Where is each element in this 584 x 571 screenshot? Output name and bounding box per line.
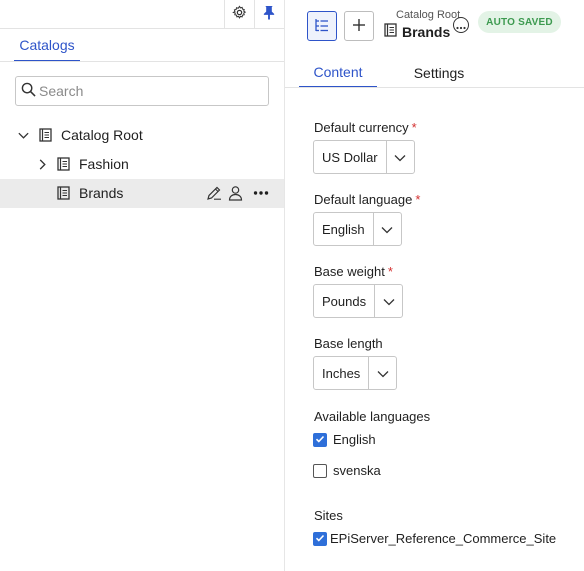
catalog-icon [56, 157, 70, 171]
select-value: US Dollar [322, 149, 378, 165]
tab-content[interactable]: Content [299, 58, 377, 88]
page-title: Brands [384, 23, 450, 40]
tree-node-label: Brands [79, 185, 124, 201]
pin-button[interactable] [254, 0, 283, 28]
tab-divider [285, 87, 584, 88]
search-icon [21, 82, 36, 100]
tree-node-label: Catalog Root [61, 127, 143, 143]
default-language-label: Default language * [314, 192, 420, 207]
catalog-icon [38, 128, 52, 142]
pane-toolbar [0, 0, 284, 29]
toggle-navigation-button[interactable] [307, 11, 337, 41]
page-title-text: Brands [402, 23, 451, 40]
content-editor-pane: Catalog Root Brands AUTO SAVED Content S… [285, 0, 584, 571]
chevron-down-icon[interactable] [16, 128, 30, 142]
search-box[interactable] [15, 76, 269, 106]
checkbox-label: svenska [333, 463, 381, 478]
checkbox[interactable] [313, 531, 327, 546]
checkbox[interactable] [313, 432, 327, 447]
base-weight-select[interactable]: Pounds [313, 284, 404, 318]
plus-icon [352, 18, 366, 35]
sites-label: Sites [314, 508, 343, 523]
required-marker: * [411, 120, 417, 135]
user-icon[interactable] [228, 185, 243, 204]
chevron-down-icon [383, 293, 395, 309]
chevron-down-icon [377, 365, 389, 381]
checkbox-english[interactable]: English [313, 432, 376, 447]
catalog-icon [56, 186, 70, 200]
checkbox[interactable] [313, 463, 327, 478]
tab-catalogs[interactable]: Catalogs [14, 30, 80, 62]
field-label-text: Base weight [314, 264, 385, 279]
catalog-navigation-pane: Catalogs Catalog Root Fashion Brands [0, 0, 285, 571]
dropdown-toggle[interactable] [374, 285, 402, 317]
tree-node-actions [206, 185, 269, 204]
available-languages-label: Available languages [314, 409, 431, 424]
gear-icon [231, 5, 247, 23]
select-value: Inches [322, 365, 361, 381]
checkmark-icon [315, 432, 325, 447]
more-options-button[interactable] [453, 17, 469, 33]
chevron-right-icon[interactable] [35, 157, 49, 171]
catalog-icon [384, 23, 397, 40]
breadcrumb[interactable]: Catalog Root [396, 9, 460, 21]
more-options-icon [456, 17, 466, 33]
dropdown-toggle[interactable] [368, 357, 396, 389]
status-badge: AUTO SAVED [478, 11, 561, 33]
search-input[interactable] [39, 83, 259, 99]
pin-icon [262, 5, 276, 23]
tree-node-brands[interactable]: Brands [0, 179, 284, 208]
select-value: Pounds [322, 293, 367, 309]
checkbox-svenska[interactable]: svenska [313, 463, 381, 478]
more-options-icon[interactable] [253, 185, 269, 204]
add-button[interactable] [344, 11, 374, 41]
required-marker: * [415, 192, 421, 207]
field-label-text: Default currency [314, 120, 409, 135]
default-currency-select[interactable]: US Dollar [313, 140, 415, 174]
dropdown-toggle[interactable] [372, 213, 401, 245]
checkmark-icon [315, 531, 325, 546]
select-value: English [322, 221, 365, 237]
required-marker: * [387, 264, 393, 279]
edit-pencil-icon[interactable] [206, 185, 222, 204]
checkbox-site[interactable]: EPiServer_Reference_Commerce_Site [313, 531, 556, 546]
dropdown-toggle[interactable] [385, 141, 414, 173]
tree-list-icon [314, 17, 330, 36]
tree-node-fashion[interactable]: Fashion [0, 150, 284, 179]
tab-divider [0, 61, 284, 62]
default-language-select[interactable]: English [313, 212, 402, 246]
base-weight-label: Base weight * [314, 264, 393, 279]
chevron-down-icon [381, 221, 393, 237]
tree-node-label: Fashion [79, 156, 129, 172]
tree-node-catalog-root[interactable]: Catalog Root [0, 121, 284, 150]
base-length-label: Base length [314, 336, 383, 351]
checkbox-label: English [333, 432, 376, 447]
field-label-text: Default language [314, 192, 413, 207]
default-currency-label: Default currency * [314, 120, 417, 135]
tab-settings[interactable]: Settings [395, 58, 483, 88]
settings-button[interactable] [224, 0, 253, 28]
chevron-down-icon [394, 149, 406, 165]
checkbox-label: EPiServer_Reference_Commerce_Site [330, 531, 557, 546]
base-length-select[interactable]: Inches [313, 356, 398, 390]
